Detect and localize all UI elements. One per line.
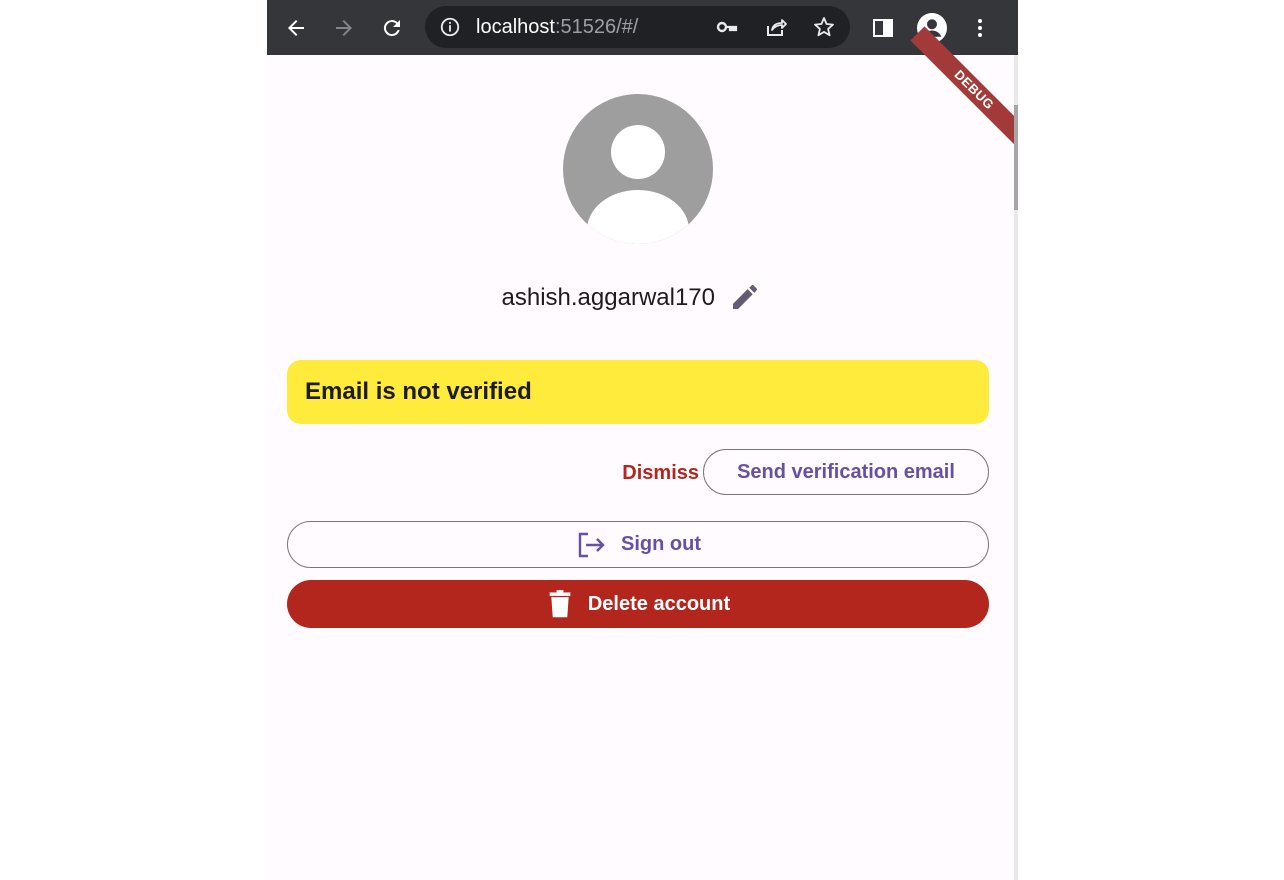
browser-toolbar: localhost:51526/#/ xyxy=(267,0,1018,55)
avatar-head xyxy=(611,125,665,179)
side-panel-icon[interactable] xyxy=(867,12,899,44)
url-path: :51526/#/ xyxy=(554,16,639,38)
sign-out-label: Sign out xyxy=(621,533,701,555)
edit-icon[interactable] xyxy=(729,281,761,313)
back-icon[interactable] xyxy=(280,12,312,44)
info-icon[interactable] xyxy=(439,16,461,38)
url-text[interactable]: localhost:51526/#/ xyxy=(476,17,638,37)
dismiss-button[interactable]: Dismiss xyxy=(599,450,699,496)
avatar xyxy=(563,94,713,244)
trash-icon xyxy=(549,590,571,618)
sign-out-button[interactable]: Sign out xyxy=(287,521,989,568)
app-content: DEBUG ashish.aggarwal170 Email is not ve… xyxy=(267,26,1018,880)
reload-icon[interactable] xyxy=(376,12,408,44)
scrollbar-thumb[interactable] xyxy=(1014,105,1018,210)
scrollbar[interactable] xyxy=(1014,55,1018,880)
delete-account-label: Delete account xyxy=(587,592,731,615)
avatar-body xyxy=(587,190,689,244)
key-icon[interactable] xyxy=(715,15,739,39)
send-verification-button[interactable]: Send verification email xyxy=(703,449,989,495)
logout-icon xyxy=(578,532,605,557)
username-text: ashish.aggarwal170 xyxy=(501,284,715,311)
delete-account-button[interactable]: Delete account xyxy=(287,580,989,628)
verification-banner: Email is not verified xyxy=(287,360,989,424)
star-icon[interactable] xyxy=(812,15,836,39)
menu-icon[interactable] xyxy=(964,12,996,44)
forward-icon[interactable] xyxy=(328,12,360,44)
url-host: localhost xyxy=(476,16,555,38)
address-bar[interactable]: localhost:51526/#/ xyxy=(425,6,850,48)
browser-window: localhost:51526/#/ DEBUG ashish.aggarwal… xyxy=(267,0,1018,880)
share-icon[interactable] xyxy=(764,15,788,39)
banner-text: Email is not verified xyxy=(305,378,532,405)
